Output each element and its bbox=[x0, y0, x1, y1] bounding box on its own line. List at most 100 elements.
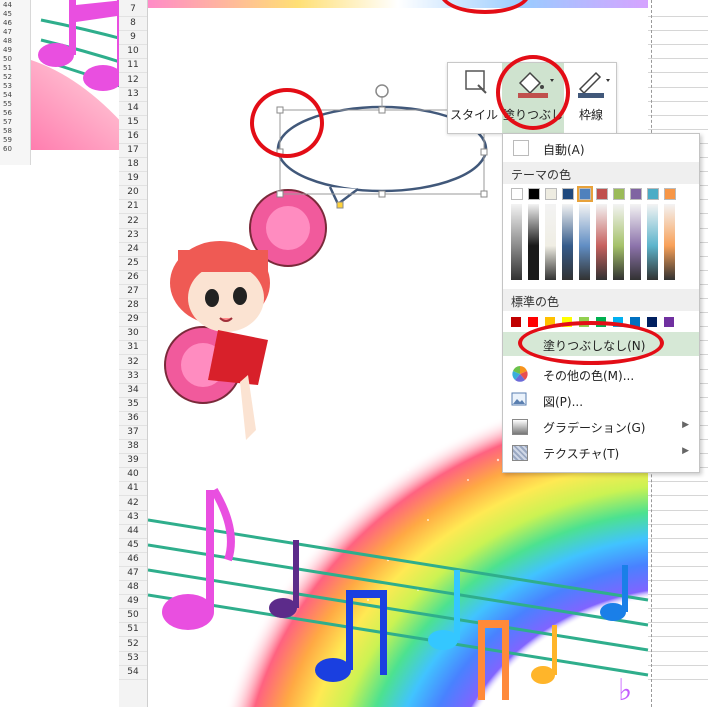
fill-dropdown-menu: 自動(A) テーマの色 標準の色 塗りつぶしなし(N) その他の色(M)... … bbox=[502, 133, 700, 473]
row-number[interactable]: 8 bbox=[119, 16, 147, 32]
grid-line bbox=[648, 636, 708, 638]
theme-color-swatch[interactable] bbox=[577, 186, 593, 202]
row-number[interactable]: 39 bbox=[119, 453, 147, 469]
row-number[interactable]: 38 bbox=[119, 439, 147, 455]
submenu-arrow-icon: ▶ bbox=[682, 420, 689, 430]
outline-button[interactable]: 枠線 bbox=[566, 63, 616, 133]
row-number[interactable]: 9 bbox=[119, 30, 147, 46]
standard-color-swatch[interactable] bbox=[647, 317, 657, 327]
row-number[interactable]: 36 bbox=[119, 411, 147, 426]
picture-label: 図(P)... bbox=[543, 395, 584, 409]
color-wheel-icon bbox=[512, 366, 528, 382]
row-number[interactable]: 45 bbox=[119, 538, 147, 553]
row-number[interactable]: 16 bbox=[119, 129, 147, 144]
row-number[interactable]: 12 bbox=[119, 73, 147, 88]
thumbnail-row-number: 54 bbox=[3, 91, 12, 99]
thumbnail-row-number: 45 bbox=[3, 10, 12, 18]
row-number[interactable]: 52 bbox=[119, 637, 147, 652]
row-number[interactable]: 28 bbox=[119, 298, 147, 314]
row-number[interactable]: 54 bbox=[119, 665, 147, 680]
menu-item-texture[interactable]: テクスチャ(T) ▶ bbox=[503, 440, 699, 464]
theme-color-swatch[interactable] bbox=[664, 188, 676, 200]
theme-color-shade-column[interactable] bbox=[647, 204, 658, 280]
row-number[interactable]: 35 bbox=[119, 397, 147, 412]
row-number[interactable]: 17 bbox=[119, 143, 147, 158]
row-number[interactable]: 23 bbox=[119, 228, 147, 243]
standard-color-swatch[interactable] bbox=[664, 317, 674, 327]
theme-color-shade-column[interactable] bbox=[664, 204, 675, 280]
row-number[interactable]: 43 bbox=[119, 510, 147, 525]
row-number[interactable]: 53 bbox=[119, 651, 147, 666]
grid-line bbox=[648, 678, 708, 680]
row-number[interactable]: 25 bbox=[119, 256, 147, 271]
menu-item-more-colors[interactable]: その他の色(M)... bbox=[503, 362, 699, 386]
row-number[interactable]: 24 bbox=[119, 242, 147, 257]
theme-color-shade-column[interactable] bbox=[596, 204, 607, 280]
row-number[interactable]: 29 bbox=[119, 312, 147, 328]
row-number[interactable]: 32 bbox=[119, 355, 147, 370]
more-colors-label: その他の色(M)... bbox=[543, 369, 635, 383]
row-number[interactable]: 37 bbox=[119, 425, 147, 440]
thumbnail-row-number: 52 bbox=[3, 73, 12, 81]
row-number[interactable]: 40 bbox=[119, 467, 147, 483]
theme-color-shade-column[interactable] bbox=[545, 204, 556, 280]
menu-item-picture[interactable]: 図(P)... bbox=[503, 388, 699, 412]
style-label: スタイル bbox=[449, 108, 498, 122]
row-number[interactable]: 20 bbox=[119, 185, 147, 201]
row-number[interactable]: 41 bbox=[119, 481, 147, 497]
row-number[interactable]: 34 bbox=[119, 383, 147, 398]
row-number[interactable]: 44 bbox=[119, 524, 147, 539]
row-number[interactable]: 18 bbox=[119, 157, 147, 173]
theme-color-swatch[interactable] bbox=[545, 188, 557, 200]
svg-text:♭: ♭ bbox=[618, 673, 632, 707]
standard-color-swatch[interactable] bbox=[528, 317, 538, 327]
theme-color-swatch[interactable] bbox=[596, 188, 608, 200]
menu-item-gradient[interactable]: グラデーション(G) ▶ bbox=[503, 414, 699, 438]
row-number[interactable]: 51 bbox=[119, 622, 147, 638]
row-number[interactable]: 30 bbox=[119, 326, 147, 342]
row-number[interactable]: 31 bbox=[119, 340, 147, 356]
standard-color-swatch[interactable] bbox=[511, 317, 521, 327]
row-number[interactable]: 27 bbox=[119, 284, 147, 299]
theme-color-swatch[interactable] bbox=[562, 188, 574, 200]
theme-color-swatch[interactable] bbox=[528, 188, 540, 200]
row-number[interactable]: 50 bbox=[119, 608, 147, 624]
grid-line bbox=[648, 664, 708, 666]
row-number[interactable]: 7 bbox=[119, 2, 147, 17]
auto-swatch bbox=[513, 140, 529, 156]
row-number[interactable]: 47 bbox=[119, 566, 147, 581]
grid-line bbox=[648, 594, 708, 596]
thumbnail-row-gutter: 44 45 46 47 48 49 50 51 52 53 54 55 56 57 58 59 60 bbox=[0, 0, 31, 165]
grid-line bbox=[648, 509, 708, 511]
row-number[interactable]: 13 bbox=[119, 87, 147, 102]
row-number[interactable]: 11 bbox=[119, 58, 147, 74]
theme-color-shade-column[interactable] bbox=[528, 204, 539, 280]
row-number[interactable]: 21 bbox=[119, 199, 147, 215]
row-number[interactable]: 42 bbox=[119, 496, 147, 511]
theme-color-shade-column[interactable] bbox=[562, 204, 573, 280]
theme-color-swatch[interactable] bbox=[647, 188, 659, 200]
theme-color-swatch[interactable] bbox=[630, 188, 642, 200]
row-number[interactable]: 48 bbox=[119, 580, 147, 596]
row-number[interactable]: 26 bbox=[119, 270, 147, 285]
theme-color-shade-column[interactable] bbox=[613, 204, 624, 280]
style-button[interactable]: スタイル bbox=[448, 63, 500, 133]
theme-color-shade-column[interactable] bbox=[511, 204, 522, 280]
row-number[interactable]: 14 bbox=[119, 101, 147, 116]
theme-color-shade-column[interactable] bbox=[579, 204, 590, 280]
row-number[interactable]: 33 bbox=[119, 369, 147, 384]
theme-color-grid bbox=[503, 186, 699, 286]
row-number[interactable]: 19 bbox=[119, 171, 147, 187]
theme-color-swatch[interactable] bbox=[613, 188, 625, 200]
texture-label: テクスチャ(T) bbox=[543, 447, 620, 461]
row-number[interactable]: 10 bbox=[119, 44, 147, 60]
row-number[interactable]: 49 bbox=[119, 594, 147, 610]
row-number[interactable]: 22 bbox=[119, 214, 147, 229]
texture-icon bbox=[512, 445, 528, 461]
row-number[interactable]: 46 bbox=[119, 552, 147, 567]
menu-item-auto[interactable]: 自動(A) bbox=[503, 136, 699, 160]
grid-line bbox=[648, 58, 708, 60]
row-number[interactable]: 15 bbox=[119, 115, 147, 130]
theme-color-swatch[interactable] bbox=[511, 188, 523, 200]
theme-color-shade-column[interactable] bbox=[630, 204, 641, 280]
